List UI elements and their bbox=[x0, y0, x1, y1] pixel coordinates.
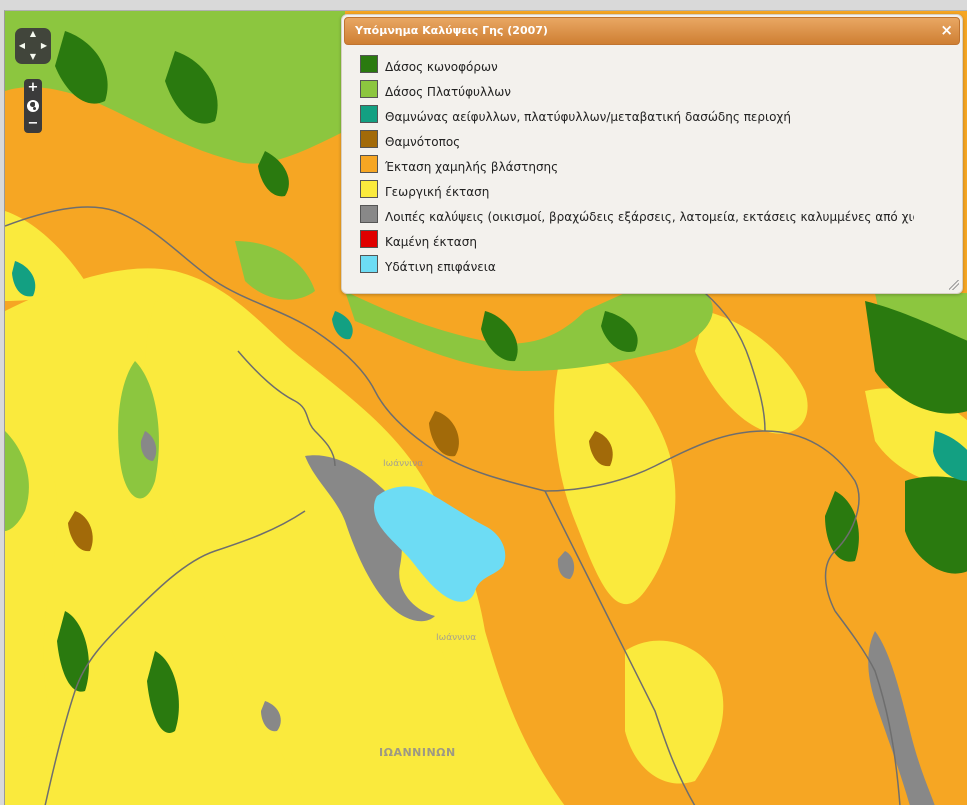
pan-right-button[interactable]: ▶ bbox=[39, 42, 49, 52]
legend-swatch bbox=[360, 80, 378, 98]
resize-grip-icon[interactable] bbox=[949, 280, 959, 290]
legend-header[interactable]: Υπόμνημα Καλύψεις Γης (2007) × bbox=[344, 17, 960, 45]
legend-swatch bbox=[360, 205, 378, 223]
legend-item-label: Δάσος Πλατύφυλλων bbox=[385, 85, 511, 99]
legend-item-label: Λοιπές καλύψεις (οικισμοί, βραχώδεις εξά… bbox=[385, 210, 914, 224]
legend-swatch bbox=[360, 130, 378, 148]
zoom-world-button[interactable] bbox=[24, 98, 42, 114]
legend-swatch bbox=[360, 255, 378, 273]
legend-item-label: Θαμνότοπος bbox=[385, 135, 461, 149]
legend-item-label: Έκταση χαμηλής βλάστησης bbox=[385, 160, 559, 174]
legend-item-label: Γεωργική έκταση bbox=[385, 185, 490, 199]
close-icon[interactable]: × bbox=[940, 21, 953, 39]
place-label-region: ΙΩΑΝΝΙΝΩΝ bbox=[379, 746, 456, 759]
legend-title: Υπόμνημα Καλύψεις Γης (2007) bbox=[355, 24, 548, 37]
legend-swatch bbox=[360, 230, 378, 248]
place-label-town: Ιωάννινα bbox=[383, 459, 424, 469]
pan-left-button[interactable]: ◀ bbox=[17, 42, 27, 52]
globe-icon bbox=[27, 100, 39, 112]
legend-panel: Υπόμνημα Καλύψεις Γης (2007) × Δάσος κων… bbox=[341, 14, 963, 294]
zoom-out-button[interactable]: − bbox=[24, 116, 42, 132]
legend-swatch bbox=[360, 180, 378, 198]
pan-control: ▲ ▼ ◀ ▶ bbox=[15, 28, 51, 64]
zoom-in-button[interactable]: + bbox=[24, 80, 42, 96]
legend-item-label: Θαμνώνας αείφυλλων, πλατύφυλλων/μεταβατι… bbox=[385, 110, 791, 124]
legend-swatch bbox=[360, 55, 378, 73]
pan-down-button[interactable]: ▼ bbox=[28, 53, 38, 63]
legend-item-label: Υδάτινη επιφάνεια bbox=[385, 260, 496, 274]
legend-item-label: Καμένη έκταση bbox=[385, 235, 477, 249]
legend-swatch bbox=[360, 105, 378, 123]
zoom-control: + − bbox=[24, 79, 42, 133]
pan-up-button[interactable]: ▲ bbox=[28, 30, 38, 40]
map-window: Ιωάννινα Ιωάννινα ΙΩΑΝΝΙΝΩΝ ▲ ▼ ◀ ▶ + − … bbox=[0, 0, 967, 805]
legend-item-label: Δάσος κωνοφόρων bbox=[385, 60, 498, 74]
legend-swatch bbox=[360, 155, 378, 173]
place-label-town: Ιωάννινα bbox=[436, 633, 477, 643]
legend-list: Δάσος κωνοφόρων Δάσος Πλατύφυλλων Θαμνώνας… bbox=[342, 53, 914, 291]
